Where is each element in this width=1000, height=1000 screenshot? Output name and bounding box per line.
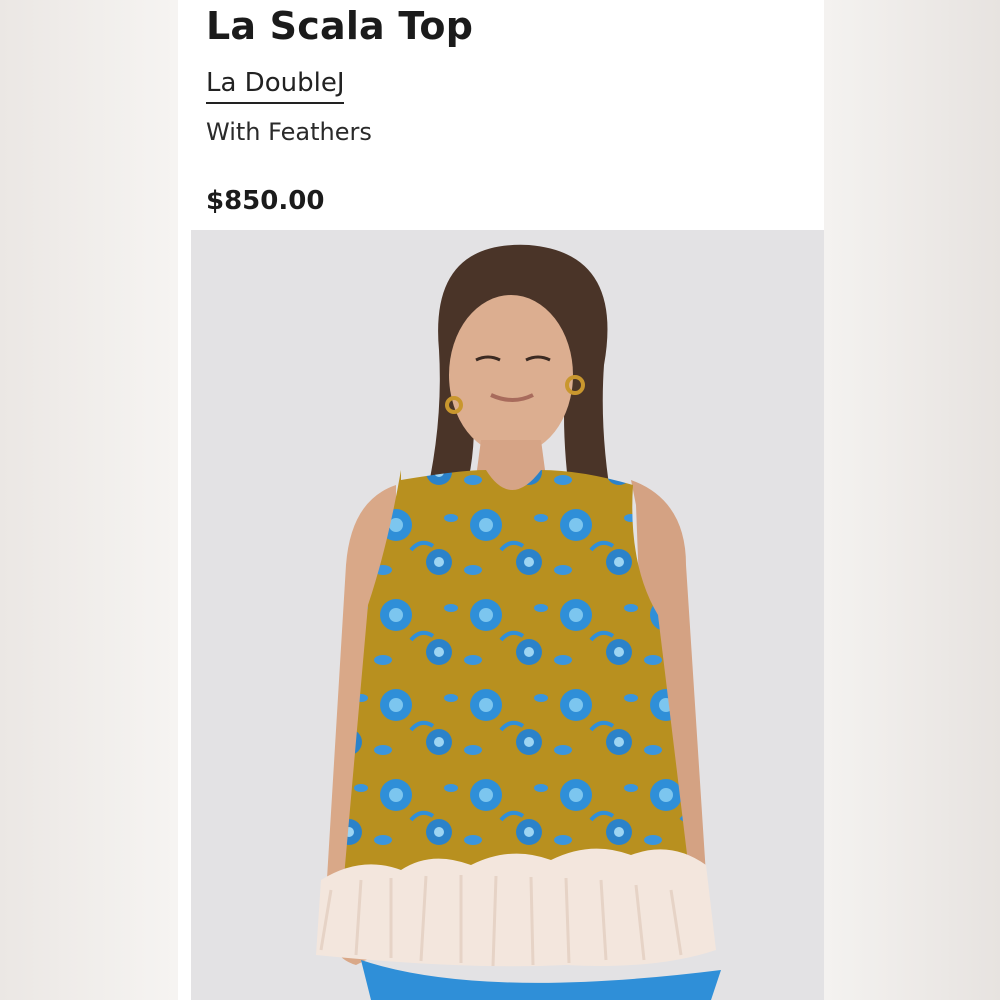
product-header: La Scala Top La DoubleJ With Feathers $8… xyxy=(206,0,824,228)
product-image[interactable] xyxy=(191,230,824,1000)
brand-link[interactable]: La DoubleJ xyxy=(206,68,345,104)
product-variant: With Feathers xyxy=(206,118,372,146)
left-backdrop xyxy=(0,0,178,1000)
model-illustration xyxy=(191,230,824,1000)
product-card: La Scala Top La DoubleJ With Feathers $8… xyxy=(178,0,824,1000)
product-title: La Scala Top xyxy=(206,4,474,48)
product-price: $850.00 xyxy=(206,186,325,216)
right-backdrop xyxy=(824,0,1000,1000)
